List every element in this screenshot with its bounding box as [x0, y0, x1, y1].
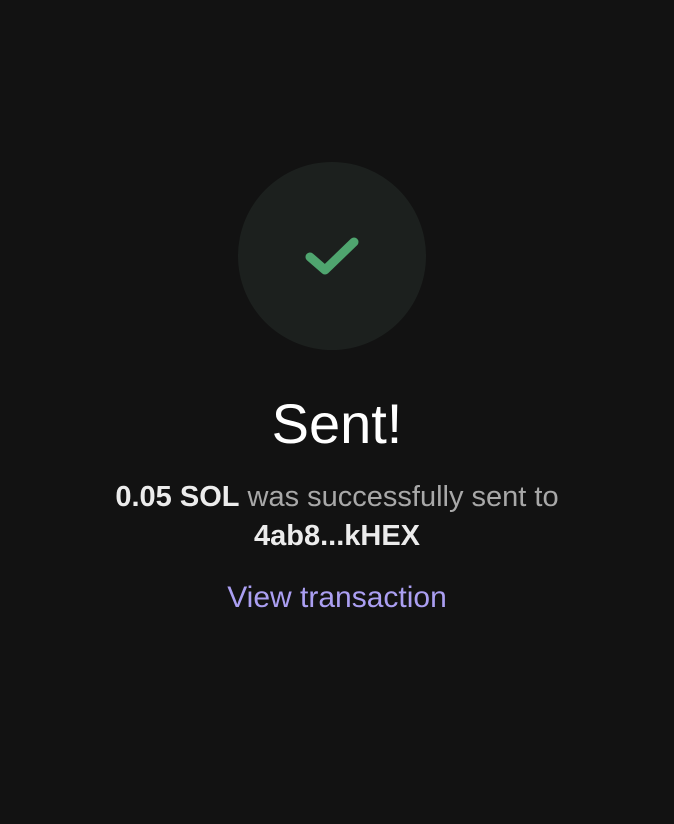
sent-title: Sent! — [271, 392, 403, 455]
view-transaction-container: View transaction — [0, 578, 674, 618]
sent-message: 0.05 SOL was successfully sent to 4ab8..… — [40, 478, 634, 556]
transaction-success-panel: Sent! 0.05 SOL was successfully sent to … — [0, 0, 674, 824]
sent-message-text: was successfully sent to — [239, 481, 559, 513]
success-badge — [238, 162, 426, 350]
sent-amount: 0.05 SOL — [115, 481, 240, 513]
recipient-address: 4ab8...kHEX — [253, 520, 421, 552]
view-transaction-link[interactable]: View transaction — [227, 581, 447, 614]
checkmark-icon — [305, 237, 359, 275]
